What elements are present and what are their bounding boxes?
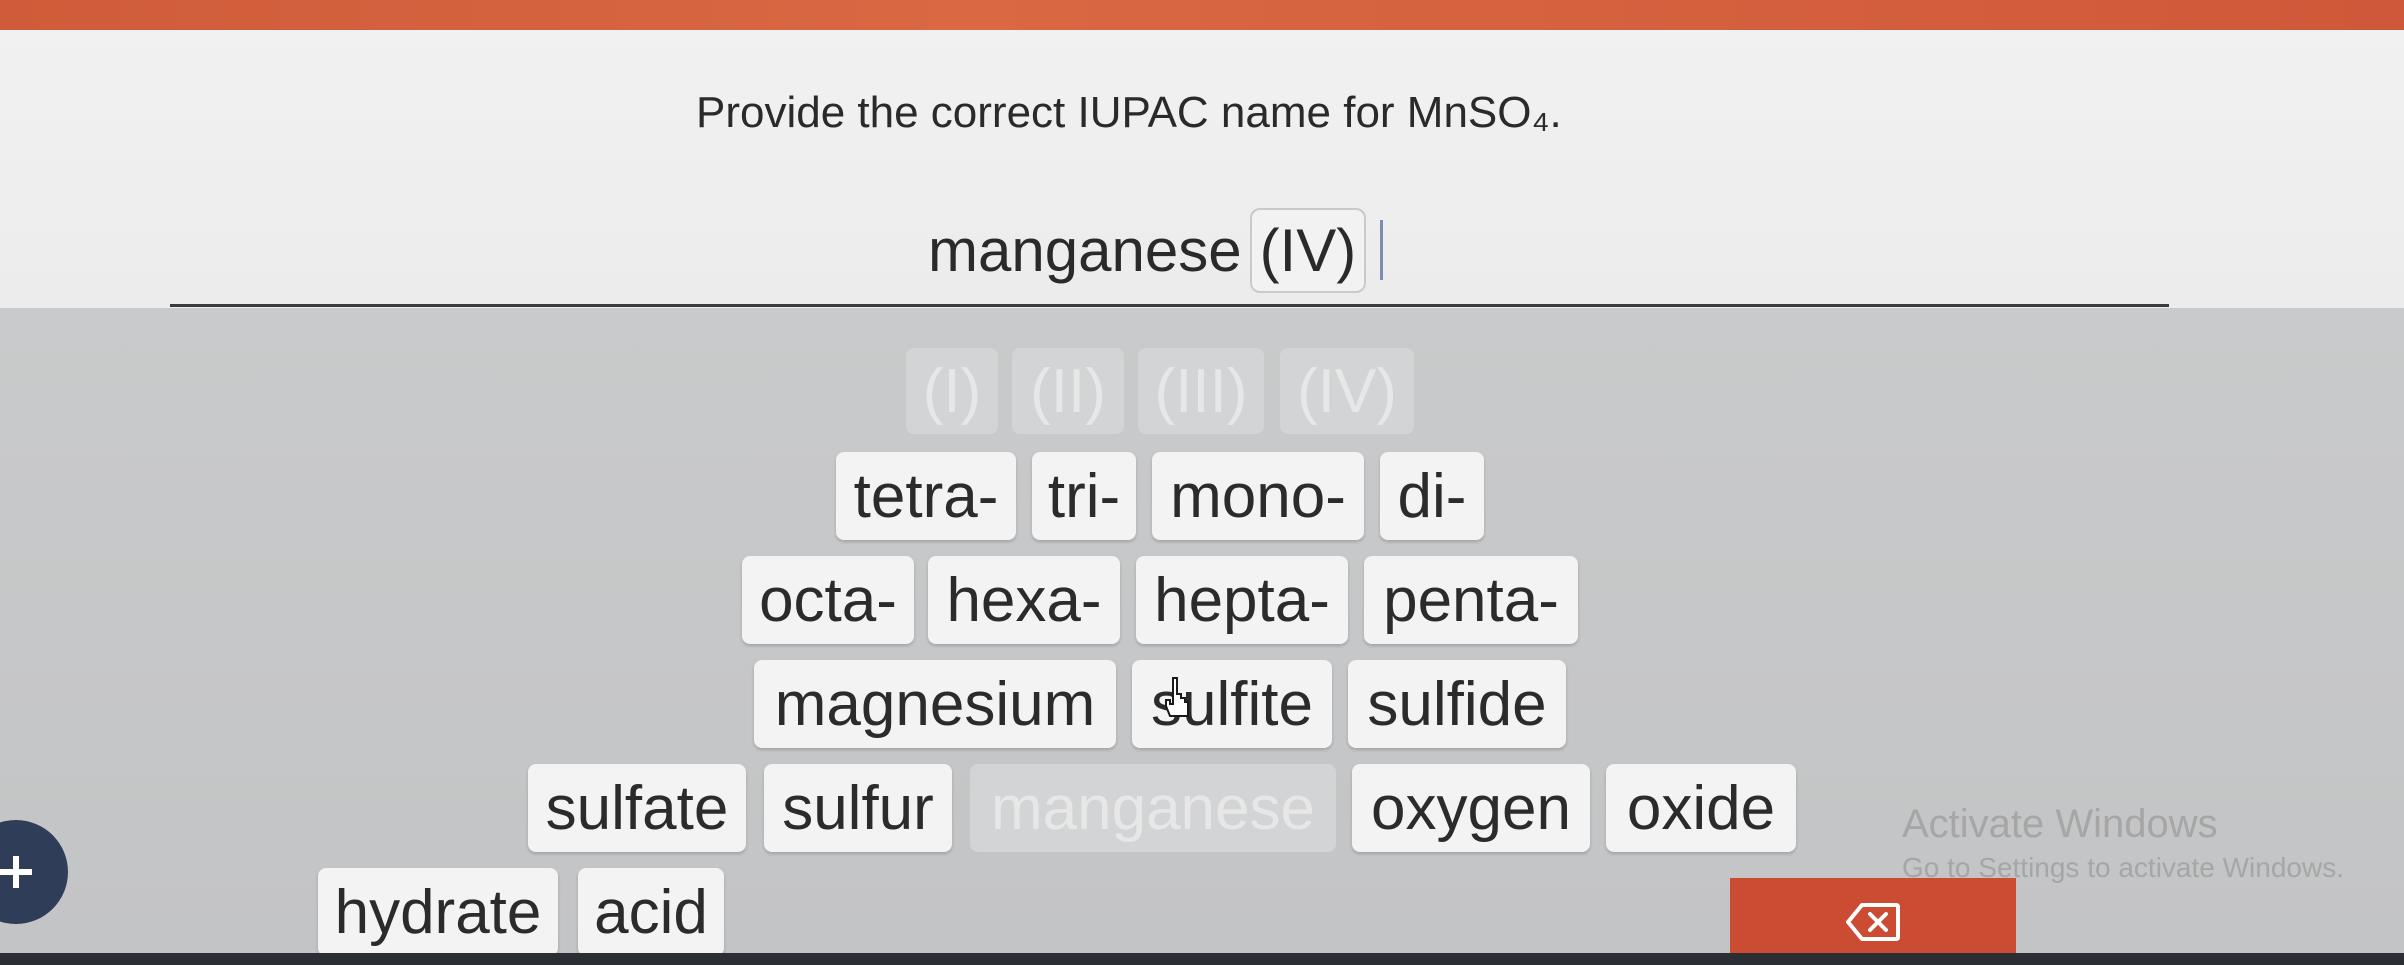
backspace-icon [1846, 902, 1900, 941]
key-sulfur[interactable]: sulfur [764, 764, 952, 852]
key-roman-3: (III) [1138, 348, 1264, 434]
key-hydrate[interactable]: hydrate [318, 868, 558, 956]
key-tetra[interactable]: tetra- [836, 452, 1016, 540]
question-prompt: Provide the correct IUPAC name for MnSO₄… [696, 88, 1562, 137]
plus-icon [0, 856, 32, 888]
key-hepta[interactable]: hepta- [1136, 556, 1348, 644]
key-roman-4: (IV) [1280, 348, 1414, 434]
key-hexa[interactable]: hexa- [928, 556, 1120, 644]
key-acid[interactable]: acid [578, 868, 724, 956]
taskbar [0, 953, 2404, 965]
key-magnesium[interactable]: magnesium [754, 660, 1116, 748]
answer-token-chip[interactable]: (IV) [1249, 207, 1367, 293]
question-panel: Provide the correct IUPAC name for MnSO₄… [0, 30, 2404, 308]
top-accent-bar [0, 0, 2404, 30]
key-penta[interactable]: penta- [1364, 556, 1578, 644]
watermark-subtitle: Go to Settings to activate Windows. [1902, 852, 2344, 883]
answer-underline [170, 304, 2169, 307]
key-sulfate[interactable]: sulfate [528, 764, 746, 852]
key-mono[interactable]: mono- [1152, 452, 1364, 540]
answer-field[interactable]: manganese (IV) [928, 200, 1384, 300]
activate-windows-watermark: Activate Windows Go to Settings to activ… [1902, 800, 2344, 888]
key-manganese: manganese [970, 764, 1336, 852]
key-roman-2: (II) [1012, 348, 1124, 434]
key-oxygen[interactable]: oxygen [1352, 764, 1590, 852]
key-oxide[interactable]: oxide [1606, 764, 1796, 852]
key-octa[interactable]: octa- [742, 556, 914, 644]
text-caret [1380, 220, 1384, 280]
delete-button[interactable] [1730, 878, 2016, 965]
key-tri[interactable]: tri- [1032, 452, 1136, 540]
key-sulfide[interactable]: sulfide [1348, 660, 1566, 748]
hand-pointer-icon [1165, 677, 1189, 717]
answer-token-word[interactable]: manganese [928, 216, 1242, 285]
key-sulfite[interactable]: sulfite [1132, 660, 1332, 748]
key-roman-1: (I) [906, 348, 998, 434]
key-di[interactable]: di- [1380, 452, 1484, 540]
watermark-title: Activate Windows [1902, 802, 2218, 846]
